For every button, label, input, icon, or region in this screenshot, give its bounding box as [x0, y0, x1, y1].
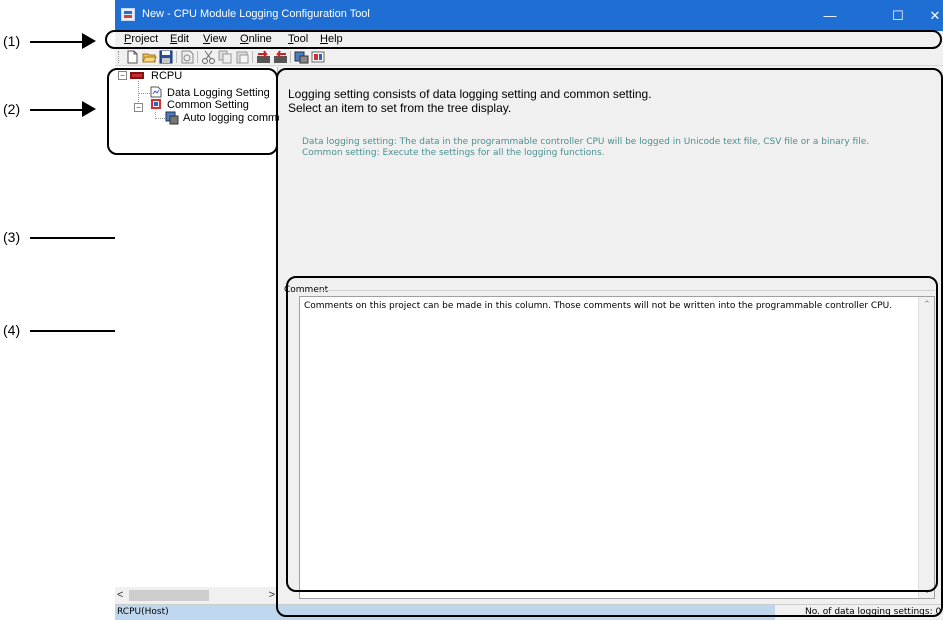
callout-1-label: (1) [3, 33, 21, 49]
toolbar-separator [290, 51, 291, 63]
toolbar-separator [176, 51, 177, 63]
logging-status-icon[interactable] [311, 50, 326, 64]
monitor-icon[interactable] [294, 50, 309, 64]
callout-3-label: (3) [3, 229, 21, 245]
minimize-button[interactable]: — [811, 0, 849, 31]
app-icon [121, 8, 135, 21]
title-bar[interactable]: New - CPU Module Logging Configuration T… [115, 0, 943, 31]
callout-1-arrowhead [82, 33, 96, 49]
toolbar-separator [252, 51, 253, 63]
new-icon[interactable] [125, 50, 140, 64]
toolbar-grip[interactable] [118, 51, 120, 63]
read-from-cpu-icon[interactable] [273, 50, 288, 64]
maximize-button[interactable]: ☐ [879, 0, 917, 31]
paste-icon[interactable] [235, 50, 250, 64]
callout-2-line [30, 109, 82, 111]
toolbar-separator [197, 51, 198, 63]
toolbar [115, 48, 943, 66]
callout-1-line [30, 41, 82, 43]
window-title: New - CPU Module Logging Configuration T… [142, 8, 370, 20]
callout-2-outline [107, 68, 278, 155]
scroll-left-arrow[interactable]: < [117, 589, 123, 601]
callout-1-outline [105, 30, 942, 49]
callout-2-arrowhead [82, 101, 96, 117]
cut-icon[interactable] [201, 50, 216, 64]
callout-4-outline [286, 276, 938, 592]
callout-4-label: (4) [3, 322, 21, 338]
status-host-text: RCPU(Host) [117, 607, 169, 617]
print-preview-icon[interactable] [180, 50, 195, 64]
copy-icon[interactable] [218, 50, 233, 64]
save-icon[interactable] [159, 50, 174, 64]
scroll-thumb[interactable] [129, 590, 209, 601]
write-to-cpu-icon[interactable] [256, 50, 271, 64]
tree-horizontal-scrollbar[interactable]: < > [115, 587, 278, 604]
close-button[interactable]: ✕ [923, 0, 943, 31]
scroll-right-arrow[interactable]: > [269, 589, 275, 601]
open-icon[interactable] [142, 50, 157, 64]
callout-2-label: (2) [3, 101, 21, 117]
